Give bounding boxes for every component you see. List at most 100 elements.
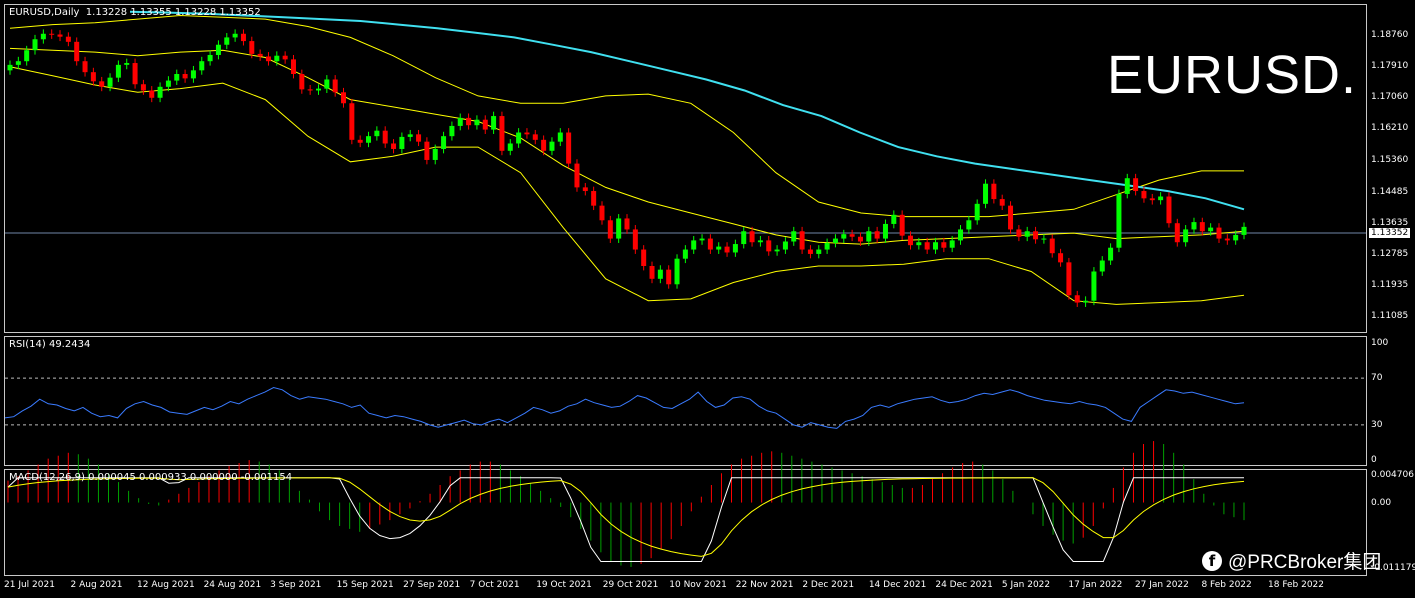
price-tick-label: 1.13635 [1371,217,1409,228]
rsi-tick-label: 70 [1371,373,1383,384]
candle-body [391,143,397,149]
candle-body [416,134,422,142]
candle-body [224,37,230,45]
candle-body [1224,238,1230,241]
date-tick-label: 7 Oct 2021 [469,580,520,590]
candle-body [824,242,830,250]
candle-body [741,231,747,245]
rsi-tick-label: 0 [1371,455,1377,465]
candle-body [549,141,555,151]
candle-body [1116,193,1122,248]
candle-body [82,61,88,73]
candle-body [1141,191,1147,199]
candle-body [1024,231,1030,237]
candle-body [207,54,213,62]
facebook-icon: f [1202,550,1222,571]
current-price-tag: 1.13352 [1369,228,1411,238]
moving-average-line [129,10,1245,211]
macd-caption: MACD(12,26,9) 0.000045 0.000933 0.000000… [9,472,293,483]
candle-body [491,116,497,130]
candle-body [857,236,863,242]
price-tick-label: 1.12785 [1371,248,1409,259]
candle-body [182,74,188,79]
candle-body [1233,234,1239,241]
candle-body [199,61,205,71]
candle-body [1158,196,1164,201]
candle-body [807,249,813,254]
candle-body [907,235,913,246]
price-tick-label: 1.15360 [1371,154,1409,165]
candle-body [57,34,63,37]
candle-body [157,86,163,98]
candle-body [466,117,472,126]
candle-body [499,116,505,151]
macd-signal-line [7,477,1245,557]
candle-body [190,70,196,79]
candle-body [382,130,388,144]
date-tick-label: 8 Feb 2022 [1201,580,1252,590]
candle-body [1108,247,1114,261]
macd-line [7,477,1244,562]
watermark: f @PRCBroker集团 [1202,547,1381,574]
candle-body [582,187,588,192]
candle-body [1083,300,1089,303]
candle-body [874,231,880,239]
candle-body [641,249,647,266]
candle-body [924,242,930,250]
candle-body [1199,222,1205,232]
price-tick-label: 1.11085 [1371,310,1409,321]
candle-body [766,240,772,252]
candle-body [566,132,572,164]
candle-body [749,231,755,243]
price-tick-label: 1.16210 [1371,123,1409,134]
candle-body [107,77,113,87]
candle-body [1208,227,1214,232]
price-tick-label: 1.17060 [1371,92,1409,103]
watermark-text: @PRCBroker集团 [1228,552,1382,573]
candle-body [949,240,955,248]
candle-body [782,241,788,250]
rsi-caption: RSI(14) 49.2434 [9,339,91,350]
candle-body [274,55,280,62]
candle-body [516,132,522,144]
candle-body [632,229,638,250]
candle-body [215,44,221,55]
date-tick-label: 29 Oct 2021 [602,580,659,590]
rsi-tick-label: 100 [1371,338,1389,348]
candle-body [1099,260,1105,272]
date-tick-label: 24 Aug 2021 [203,580,262,590]
candle-body [691,240,697,250]
candle-body [1091,271,1097,301]
candle-body [366,136,372,143]
chart-window[interactable]: EURUSD,Daily 1.13228 1.13355 1.13228 1.1… [0,0,1415,598]
candle-body [541,139,547,151]
rsi-tick-label: 30 [1371,419,1383,430]
candle-body [1191,222,1197,230]
candle-body [707,238,713,250]
candle-body [140,84,146,91]
macd-tick-label: 0.004706 [1371,470,1414,480]
candle-body [15,61,21,65]
candle-body [1133,178,1139,192]
candle-body [716,246,722,250]
candle-body [374,130,380,137]
candle-body [99,81,105,87]
candle-body [132,63,138,85]
date-tick-label: 12 Aug 2021 [137,580,195,590]
candle-body [899,214,905,236]
candle-body [1216,227,1222,239]
price-tick-label: 1.18760 [1371,30,1409,41]
symbol-title: EURUSD. [1106,45,1357,105]
candle-body [774,249,780,252]
candle-body [991,183,997,200]
candle-body [40,33,46,40]
price-tick-label: 1.17910 [1371,61,1409,72]
date-tick-label: 15 Sep 2021 [336,580,394,590]
candle-body [1066,262,1072,296]
candle-body [599,205,605,221]
symbol-caption: EURUSD,Daily 1.13228 1.13355 1.13228 1.1… [9,7,261,18]
date-tick-label: 22 Nov 2021 [735,580,794,590]
date-tick-label: 24 Dec 2021 [935,580,993,590]
candle-body [674,258,680,285]
candle-body [1049,238,1055,254]
